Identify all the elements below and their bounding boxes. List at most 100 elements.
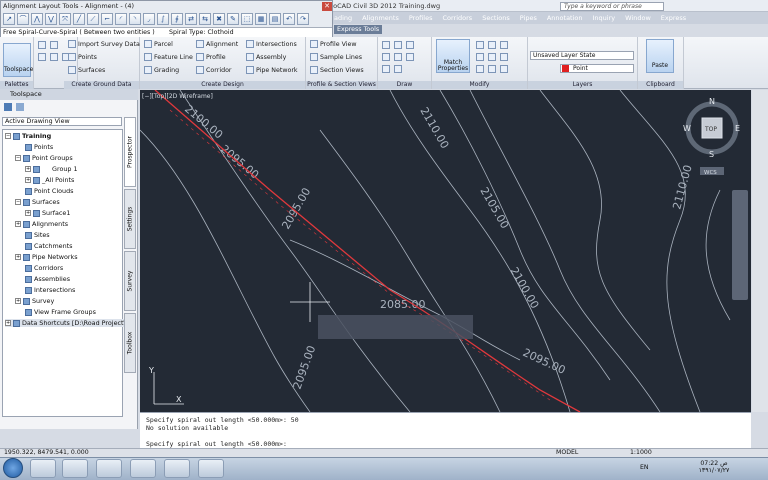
expand-icon[interactable]: + bbox=[25, 177, 31, 183]
spline-icon[interactable] bbox=[394, 65, 402, 73]
command-prompt[interactable]: Specify spiral out length <50.000m>: bbox=[146, 440, 287, 448]
redo-icon[interactable]: ↷ bbox=[297, 13, 309, 25]
mirror-icon[interactable] bbox=[488, 53, 496, 61]
tree-node[interactable]: + Alignments bbox=[15, 220, 68, 228]
collapse-icon[interactable]: − bbox=[15, 155, 21, 161]
sample-lines-button[interactable]: Sample Lines bbox=[310, 53, 362, 61]
tree-node[interactable]: − Point Groups bbox=[15, 154, 73, 162]
points-button[interactable]: Points bbox=[68, 53, 97, 61]
delete-icon[interactable]: ✖ bbox=[213, 13, 225, 25]
arc-icon[interactable] bbox=[406, 41, 414, 49]
menu-item[interactable]: Sections bbox=[478, 14, 514, 22]
tool-icon[interactable] bbox=[50, 53, 58, 61]
copy-icon[interactable] bbox=[476, 53, 484, 61]
alignment-button[interactable]: Alignment bbox=[196, 40, 238, 48]
tree-node[interactable]: Corridors bbox=[25, 264, 63, 272]
toolspace-button[interactable]: Toolspace bbox=[3, 43, 33, 77]
tree-node[interactable]: + _All Points bbox=[25, 176, 74, 184]
pipe-network-button[interactable]: Pipe Network bbox=[246, 66, 298, 74]
feature-line-button[interactable]: Feature Line bbox=[144, 53, 193, 61]
parcel-button[interactable]: Parcel bbox=[144, 40, 173, 48]
tree-node[interactable]: Sites bbox=[25, 231, 50, 239]
floating-curve-icon[interactable]: ◝ bbox=[129, 13, 141, 25]
menu-item[interactable]: Express bbox=[657, 14, 690, 22]
system-clock[interactable]: 07:22 ص ۱۳۹۱/۰۷/۲۷ bbox=[696, 460, 732, 474]
expand-icon[interactable]: + bbox=[25, 210, 31, 216]
tangent-icon[interactable]: ↗ bbox=[3, 13, 15, 25]
tree-node[interactable]: Assemblies bbox=[25, 275, 70, 283]
tree-node[interactable]: + Data Shortcuts [D:\Road Project\... bbox=[5, 319, 132, 327]
menu-item[interactable]: Annotation bbox=[543, 14, 587, 22]
import-survey-data-button[interactable]: Import Survey Data bbox=[68, 40, 140, 48]
current-layer-dropdown[interactable]: Point bbox=[560, 64, 634, 73]
pick-icon[interactable]: ⬚ bbox=[241, 13, 253, 25]
tab-toolbox[interactable]: Toolbox bbox=[124, 313, 136, 373]
scroll-bar[interactable] bbox=[752, 90, 768, 412]
sub-entity-editor-icon[interactable]: ▤ bbox=[269, 13, 281, 25]
free-curve-icon[interactable]: ◞ bbox=[143, 13, 155, 25]
viewcube-south[interactable]: S bbox=[709, 150, 714, 159]
tree-node[interactable]: Point Clouds bbox=[25, 187, 73, 195]
toolspace-icon[interactable] bbox=[16, 103, 24, 111]
taskbar-app-chrome[interactable] bbox=[96, 459, 122, 478]
free-spiral-icon[interactable]: ∮ bbox=[171, 13, 183, 25]
collapse-icon[interactable]: − bbox=[5, 133, 11, 139]
tree-node[interactable]: Catchments bbox=[25, 242, 73, 250]
taskbar-app-pdf[interactable] bbox=[198, 459, 224, 478]
menu-item[interactable]: Alignments bbox=[358, 14, 403, 22]
move-icon[interactable] bbox=[476, 41, 484, 49]
annotation-scale[interactable]: 1:1000 bbox=[630, 449, 652, 456]
stretch-icon[interactable] bbox=[476, 65, 484, 73]
taskbar-app-explorer[interactable] bbox=[30, 459, 56, 478]
model-space-button[interactable]: MODEL bbox=[556, 449, 578, 456]
menu-item[interactable]: Pipes bbox=[516, 14, 541, 22]
navigation-bar[interactable] bbox=[732, 190, 748, 300]
tree-node[interactable]: + Survey bbox=[15, 297, 54, 305]
paste-button[interactable]: Paste bbox=[646, 39, 674, 73]
expand-icon[interactable]: + bbox=[15, 221, 21, 227]
tool-icon[interactable] bbox=[50, 41, 58, 49]
taskbar-app-civil3d[interactable] bbox=[130, 459, 156, 478]
tool-icon[interactable] bbox=[38, 41, 46, 49]
line-icon[interactable] bbox=[382, 41, 390, 49]
array-icon[interactable] bbox=[500, 65, 508, 73]
corridor-button[interactable]: Corridor bbox=[196, 66, 232, 74]
profile-view-button[interactable]: Profile View bbox=[310, 40, 357, 48]
search-input[interactable]: Type a keyword or phrase bbox=[560, 2, 664, 11]
tree-node[interactable]: + Surface1 bbox=[25, 209, 70, 217]
polyline-icon[interactable] bbox=[394, 41, 402, 49]
expand-icon[interactable]: + bbox=[15, 298, 21, 304]
viewcube-west[interactable]: W bbox=[683, 124, 691, 133]
tree-node[interactable]: − Training bbox=[5, 132, 51, 140]
drawing-canvas[interactable]: 2100.00 2095.00 2110.00 2105.00 2100.00 … bbox=[140, 90, 751, 412]
convert-icon[interactable]: ⇄ bbox=[185, 13, 197, 25]
section-views-button[interactable]: Section Views bbox=[310, 66, 364, 74]
express-tools-tab[interactable]: Express Tools bbox=[334, 25, 383, 34]
language-indicator[interactable]: EN bbox=[640, 464, 649, 471]
alignment-layout-toolbar[interactable]: Alignment Layout Tools - Alignment - (4)… bbox=[0, 0, 333, 37]
rectangle-icon[interactable] bbox=[382, 53, 390, 61]
toolspace-icon[interactable] bbox=[4, 103, 12, 111]
tree-node[interactable]: Intersections bbox=[25, 286, 75, 294]
pi-icon[interactable]: ⋀ bbox=[31, 13, 43, 25]
intersections-button[interactable]: Intersections bbox=[246, 40, 297, 48]
tree-node[interactable]: + Pipe Networks bbox=[15, 253, 78, 261]
hatch-icon[interactable] bbox=[406, 53, 414, 61]
delete-pi-icon[interactable]: ⋁ bbox=[45, 13, 57, 25]
viewcube[interactable]: TOP N S W E WCS bbox=[683, 97, 740, 176]
viewcube-north[interactable]: N bbox=[709, 97, 715, 106]
fillet-icon[interactable] bbox=[500, 53, 508, 61]
tree-node[interactable]: + Group 1 bbox=[25, 165, 78, 173]
circle-icon[interactable] bbox=[394, 53, 402, 61]
fixed-spiral-icon[interactable]: ∫ bbox=[157, 13, 169, 25]
viewcube-east[interactable]: E bbox=[735, 124, 740, 133]
taskbar-app-folder[interactable] bbox=[62, 459, 88, 478]
break-apart-icon[interactable]: ⤧ bbox=[59, 13, 71, 25]
drawing-view-dropdown[interactable]: Active Drawing View bbox=[2, 117, 122, 126]
menu-item[interactable]: ading bbox=[330, 14, 356, 22]
grading-button[interactable]: Grading bbox=[144, 66, 179, 74]
tool-icon[interactable] bbox=[38, 53, 46, 61]
floating-line-icon[interactable]: ⟋ bbox=[87, 13, 99, 25]
rotate-icon[interactable] bbox=[488, 41, 496, 49]
start-button[interactable] bbox=[3, 458, 23, 478]
